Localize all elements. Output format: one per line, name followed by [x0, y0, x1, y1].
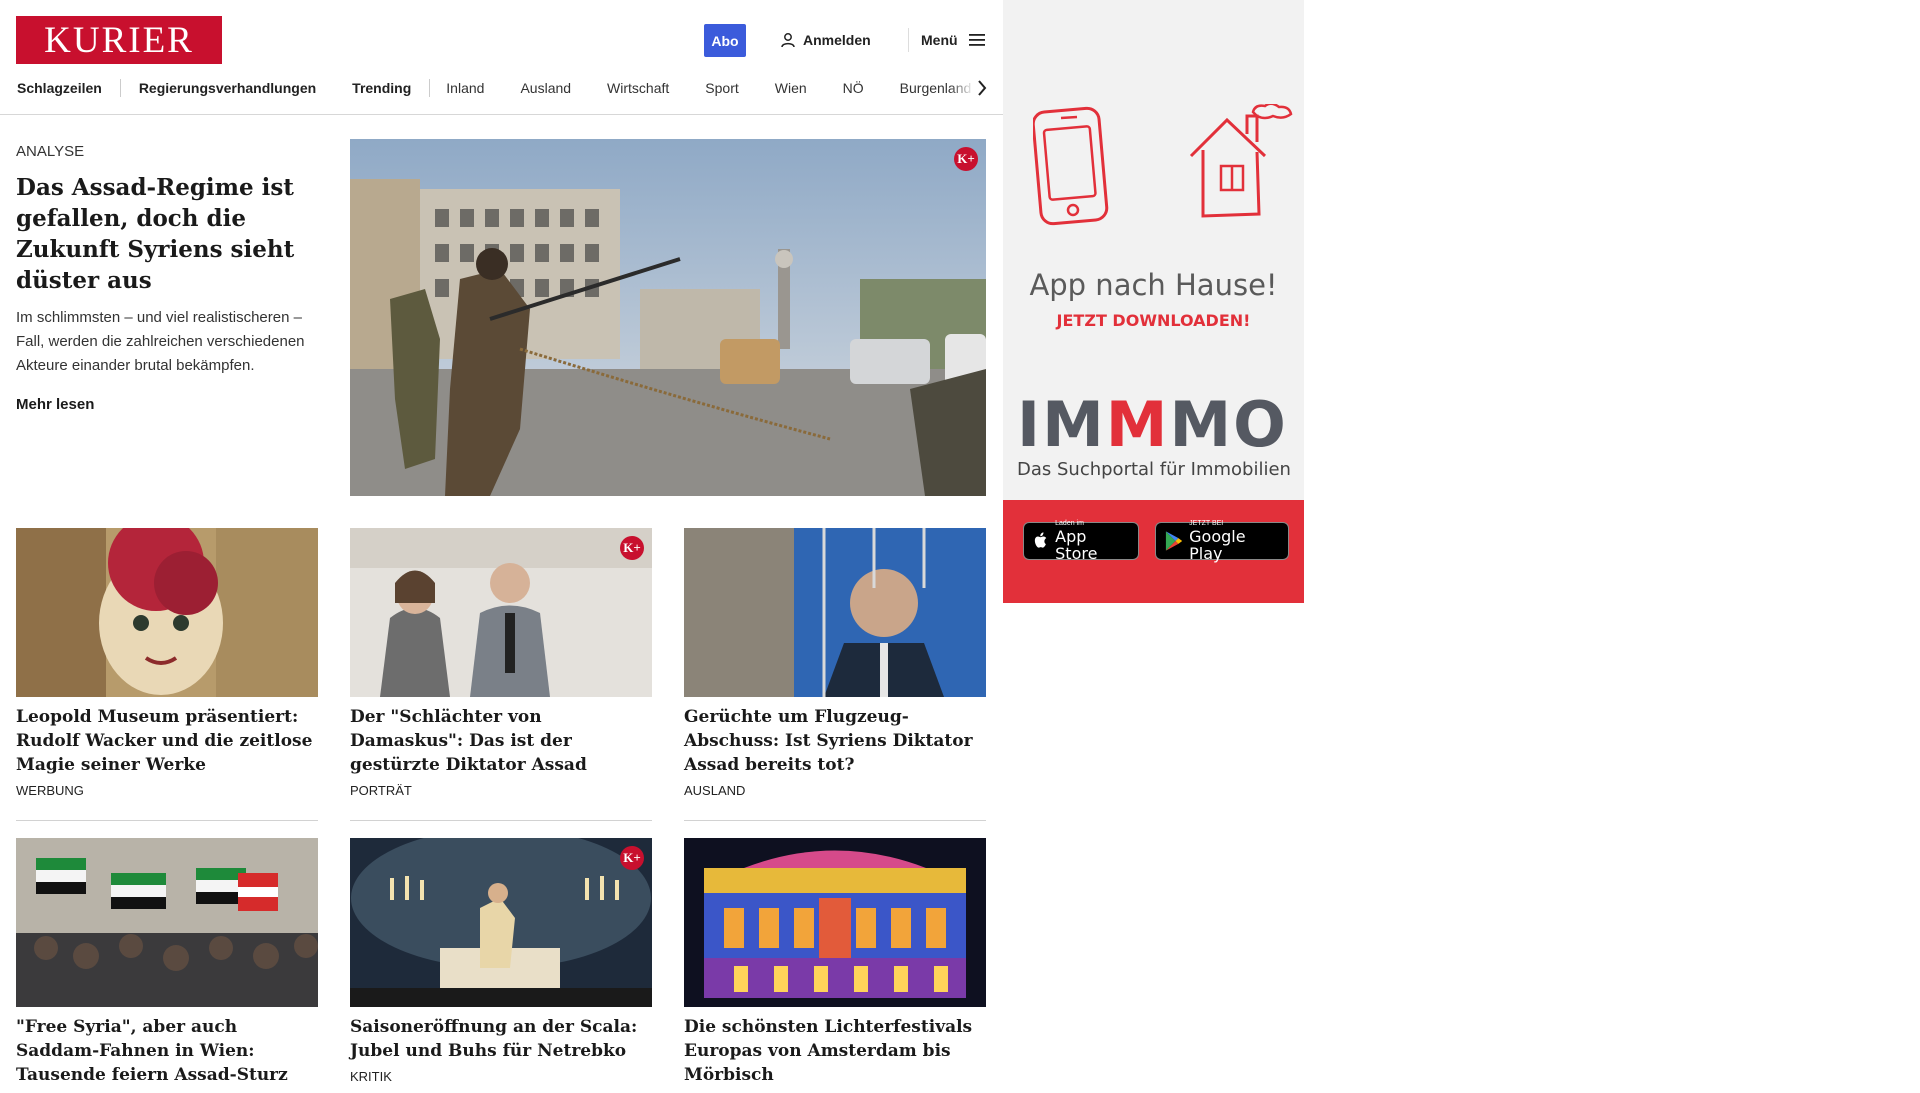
menu-label: Menü	[921, 32, 958, 48]
article-image[interactable]: K+	[350, 838, 652, 1007]
nav-item-ausland[interactable]: Ausland	[502, 80, 589, 96]
article-photo	[684, 838, 986, 1007]
immmo-advertisement[interactable]: App nach Hause! JETZT DOWNLOADEN! IMMMO …	[1003, 0, 1304, 603]
lead-article[interactable]: ANALYSE Das Assad-Regime ist ge­fallen, …	[16, 140, 326, 414]
premium-badge: K+	[620, 846, 644, 870]
logo-part-accent: M	[1105, 388, 1170, 461]
app-store-label: App Store	[1055, 527, 1098, 563]
lead-teaser: Im schlimmsten – und viel realistischere…	[16, 309, 305, 374]
lead-headline[interactable]: Das Assad-Regime ist ge­fallen, doch die…	[16, 172, 326, 296]
house-icon	[1189, 104, 1293, 218]
article-photo	[16, 528, 318, 697]
article-photo	[684, 528, 986, 697]
article-card[interactable]: Die schönsten Lichterfestivals Eu­ropas …	[684, 838, 986, 1093]
premium-badge: K+	[620, 536, 644, 560]
ad-tagline: Das Suchportal für Immobilien	[1017, 459, 1291, 480]
article-category[interactable]: WERBUNG	[16, 783, 318, 798]
article-card[interactable]: K+ Der "Schlächter von Damaskus": Das is…	[350, 528, 652, 821]
article-category[interactable]: AUSLAND	[684, 783, 986, 798]
article-title[interactable]: "Free Syria", aber auch Saddam-Fahnen in…	[16, 1015, 318, 1087]
abo-button[interactable]: Abo	[704, 24, 746, 57]
article-title[interactable]: Leopold Museum präsentiert: Ru­dolf Wack…	[16, 705, 318, 777]
immmo-logo[interactable]: IMMMO	[1017, 392, 1292, 458]
logo-part: IM	[1017, 388, 1106, 461]
google-play-label: Google Play	[1189, 527, 1246, 563]
article-photo	[350, 838, 652, 1007]
read-more-link[interactable]: Mehr lesen	[16, 396, 94, 413]
premium-badge: K+	[954, 147, 978, 171]
lead-kicker: ANALYSE	[16, 143, 85, 160]
login-button[interactable]: Anmelden	[780, 28, 871, 52]
article-image[interactable]	[16, 838, 318, 1007]
article-title[interactable]: Der "Schlächter von Damaskus": Das ist d…	[350, 705, 652, 777]
hamburger-icon	[968, 34, 985, 46]
article-card[interactable]: Leopold Museum präsentiert: Ru­dolf Wack…	[16, 528, 318, 821]
nav-item-sport[interactable]: Sport	[687, 80, 756, 96]
article-card[interactable]: K+ Saisoneröffnung an der Scala: Ju­bel …	[350, 838, 652, 1084]
nav-item-regierungsverhandlungen[interactable]: Regierungsverhandlungen	[121, 80, 334, 96]
nav-item-inland[interactable]: Inland	[430, 80, 502, 96]
article-image[interactable]	[684, 838, 986, 1007]
article-card[interactable]: Gerüchte um Flugzeug-Abschuss: Ist Syrie…	[684, 528, 986, 821]
chevron-right-icon	[978, 80, 987, 96]
nav-item-trending[interactable]: Trending	[334, 80, 429, 96]
user-icon	[781, 33, 795, 48]
nav-item-schlagzeilen[interactable]: Schlagzeilen	[0, 80, 120, 96]
article-title[interactable]: Gerüchte um Flugzeug-Abschuss: Ist Syrie…	[684, 705, 986, 777]
lead-image[interactable]: K+	[350, 139, 986, 496]
nav-item-wirtschaft[interactable]: Wirtschaft	[589, 80, 687, 96]
logo-part: MO	[1169, 388, 1288, 461]
kurier-logo[interactable]: KURIER	[16, 16, 222, 64]
nav-item-wien[interactable]: Wien	[757, 80, 825, 96]
card-divider	[684, 820, 986, 821]
main-navigation: Schlagzeilen Regierungsverhandlungen Tre…	[0, 76, 990, 100]
article-card[interactable]: "Free Syria", aber auch Saddam-Fahnen in…	[16, 838, 318, 1093]
card-divider	[350, 820, 652, 821]
site-header: KURIER Abo Anmelden Menü Schlagzeilen Re…	[0, 0, 1003, 115]
nav-item-noe[interactable]: NÖ	[825, 80, 882, 96]
ad-subtitle[interactable]: JETZT DOWNLOADEN!	[1003, 311, 1304, 330]
article-image[interactable]: K+	[350, 528, 652, 697]
nav-scroll-right-button[interactable]	[972, 78, 992, 98]
lead-photo	[350, 139, 986, 496]
menu-button[interactable]: Menü	[908, 28, 986, 52]
google-play-button[interactable]: JETZT BEI Google Play	[1155, 520, 1289, 563]
article-image[interactable]	[16, 528, 318, 697]
login-label: Anmelden	[803, 32, 871, 48]
article-category[interactable]: KRITIK	[350, 1069, 652, 1084]
article-title[interactable]: Die schönsten Lichterfestivals Eu­ropas …	[684, 1015, 986, 1087]
google-play-icon	[1165, 531, 1183, 551]
apple-icon	[1034, 532, 1047, 548]
ad-title: App nach Hause!	[1029, 268, 1278, 302]
app-store-button[interactable]: Laden im App Store	[1023, 520, 1139, 563]
smartphone-icon	[1033, 106, 1109, 226]
kurier-site: KURIER Abo Anmelden Menü Schlagzeilen Re…	[0, 0, 1003, 1085]
card-divider	[16, 820, 318, 821]
article-image[interactable]	[684, 528, 986, 697]
article-category[interactable]: PORTRÄT	[350, 783, 652, 798]
article-title[interactable]: Saisoneröffnung an der Scala: Ju­bel und…	[350, 1015, 652, 1063]
article-photo	[16, 838, 318, 1007]
article-photo	[350, 528, 652, 697]
